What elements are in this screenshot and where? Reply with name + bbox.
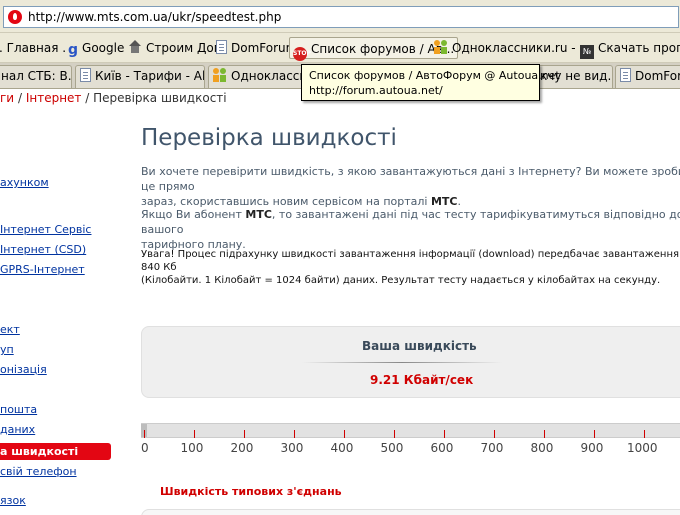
breadcrumb-separator: / bbox=[85, 91, 90, 105]
scale-tick-label: 900 bbox=[580, 441, 604, 455]
scale-tick-label: 1000 bbox=[627, 441, 658, 455]
address-bar: http://www.mts.com.ua/ukr/speedtest.php bbox=[0, 0, 680, 33]
tab-domforum[interactable]: DomForum bbox=[615, 65, 680, 88]
scale-tick-label: 100 bbox=[180, 441, 204, 455]
bookmark-label: Google bbox=[82, 41, 125, 55]
nav-item-mail[interactable]: пошта bbox=[0, 403, 37, 416]
tariff-line-1: Якщо Ви абонент МТС, то завантажені дані… bbox=[141, 207, 680, 237]
nav-item-sync[interactable]: онізація bbox=[0, 363, 47, 376]
scale-tick bbox=[544, 430, 545, 438]
scale-tick bbox=[594, 430, 595, 438]
left-navigation: ахунком Інтернет Сервіс Інтернет (CSD) G… bbox=[0, 110, 112, 515]
tab-odnoklassniki[interactable]: Одноклассни bbox=[208, 65, 304, 88]
nav-item-internet-service[interactable]: Інтернет Сервіс bbox=[0, 223, 91, 236]
breadcrumb-link-internet[interactable]: Інтернет bbox=[26, 91, 82, 105]
scale-tick bbox=[144, 430, 145, 438]
scale-tick bbox=[294, 430, 295, 438]
tariff-paragraph: Якщо Ви абонент МТС, то завантажені дані… bbox=[141, 207, 680, 252]
tariff-text: Якщо Ви абонент bbox=[141, 208, 242, 221]
scale-tick bbox=[644, 430, 645, 438]
page-title: Перевірка швидкості bbox=[141, 125, 397, 151]
speed-divider bbox=[302, 362, 502, 363]
scale-tick-label: 700 bbox=[480, 441, 504, 455]
page-icon bbox=[216, 40, 227, 54]
breadcrumb-link-home[interactable]: ги bbox=[0, 91, 14, 105]
scale-tick bbox=[444, 430, 445, 438]
bookmark-label: DomForum bbox=[231, 41, 298, 55]
nav-item-account[interactable]: ахунком bbox=[0, 176, 49, 189]
nav-item-your-phone[interactable]: свій телефон bbox=[0, 465, 77, 478]
home-icon bbox=[128, 40, 142, 54]
scale-tick bbox=[344, 430, 345, 438]
tab-label: нал СТБ: В... bbox=[1, 69, 72, 83]
scale-tick bbox=[244, 430, 245, 438]
scale-tick bbox=[194, 430, 195, 438]
page-icon bbox=[620, 68, 631, 82]
tab-label: Київ - Тарифи - Alt... bbox=[95, 69, 204, 83]
stop-icon: STOP bbox=[293, 47, 311, 61]
bookmark-stroim-dom[interactable]: Строим Дом bbox=[128, 40, 223, 56]
typical-speeds-heading: Швидкість типових з'єднань bbox=[160, 485, 342, 498]
note-line-2: (Кілобайти. 1 Кілобайт = 1024 байти) дан… bbox=[141, 275, 661, 286]
scale-tick-label: 500 bbox=[380, 441, 404, 455]
nav-item-connection[interactable]: язок bbox=[0, 494, 26, 507]
typical-speeds-box bbox=[141, 509, 680, 515]
people-icon bbox=[434, 40, 448, 54]
nav-item-gprs-internet[interactable]: GPRS-Інтернет bbox=[0, 263, 85, 276]
tab-stb[interactable]: нал СТБ: В... bbox=[0, 65, 72, 88]
url-text: http://www.mts.com.ua/ukr/speedtest.php bbox=[28, 10, 282, 24]
scale-tick-label: 300 bbox=[280, 441, 304, 455]
nav-item-project[interactable]: ект bbox=[0, 323, 20, 336]
bookmark-domforum[interactable]: DomForum bbox=[216, 40, 297, 56]
bookmarks-toolbar: . Главная . g Google Строим Дом DomForum … bbox=[0, 33, 680, 63]
speed-result-box: Ваша швидкість 9.21 Кбайт/сек bbox=[141, 326, 680, 398]
bookmark-label: . Главная . bbox=[0, 41, 67, 55]
bookmark-glavnaya[interactable]: . Главная . bbox=[0, 40, 66, 56]
speed-scale-bar bbox=[141, 423, 680, 438]
intro-paragraph: Ви хочете перевірити швидкість, з якою з… bbox=[141, 164, 680, 209]
breadcrumb: ги / Інтернет / Перевірка швидкості bbox=[0, 91, 227, 105]
bookmark-skachat[interactable]: № Скачать програ bbox=[580, 40, 680, 59]
intro-line-1: Ви хочете перевірити швидкість, з якою з… bbox=[141, 165, 680, 193]
bookmark-label: Одноклассники.ru - ... bbox=[452, 41, 591, 55]
attention-note: Увага! Процес підрахунку швидкості заван… bbox=[141, 248, 680, 287]
bookmark-label: Список форумов / Ав... bbox=[311, 42, 455, 56]
note-line-1: Увага! Процес підрахунку швидкості заван… bbox=[141, 249, 680, 273]
scale-tick-label: 400 bbox=[330, 441, 354, 455]
nav-item-internet-csd[interactable]: Інтернет (CSD) bbox=[0, 243, 86, 256]
breadcrumb-current: Перевірка швидкості bbox=[93, 91, 227, 105]
mts-favicon-icon bbox=[8, 10, 22, 24]
bookmark-tooltip: Список форумов / АвтоФорум @ Autoua.net … bbox=[301, 64, 560, 101]
tab-label: DomForum bbox=[635, 69, 680, 83]
scale-tick-label: 0 bbox=[141, 441, 149, 455]
bookmark-label: Строим Дом bbox=[146, 41, 223, 55]
google-icon: g bbox=[68, 42, 79, 58]
speed-value: 9.21 Кбайт/сек bbox=[370, 373, 474, 387]
speed-label: Ваша швидкість bbox=[362, 339, 477, 353]
nav-item-group[interactable]: уп bbox=[0, 343, 14, 356]
nav-item-speed-test[interactable]: а швидкості bbox=[0, 443, 111, 460]
tooltip-url: http://forum.autoua.net/ bbox=[309, 84, 443, 97]
scale-tick-label: 600 bbox=[430, 441, 454, 455]
people-icon bbox=[213, 68, 227, 82]
scale-tick bbox=[394, 430, 395, 438]
scale-tick bbox=[494, 430, 495, 438]
bookmark-spisok-forumov[interactable]: STOPСписок форумов / Ав... bbox=[289, 37, 459, 61]
tab-label: Одноклассни bbox=[231, 69, 303, 83]
brand-name: МТС bbox=[245, 208, 272, 221]
scale-tick-label: 200 bbox=[230, 441, 254, 455]
breadcrumb-separator: / bbox=[17, 91, 22, 105]
scale-tick-label: 800 bbox=[530, 441, 554, 455]
url-field[interactable]: http://www.mts.com.ua/ukr/speedtest.php bbox=[3, 6, 679, 28]
browser-window: http://www.mts.com.ua/ukr/speedtest.php … bbox=[0, 0, 680, 515]
nav-item-data[interactable]: даних bbox=[0, 423, 35, 436]
page-icon bbox=[80, 68, 91, 82]
number-icon: № bbox=[580, 45, 594, 59]
bookmark-odnoklassniki[interactable]: Одноклассники.ru - ... bbox=[434, 40, 591, 56]
bookmark-google[interactable]: g Google bbox=[68, 40, 125, 58]
tab-kyiv-taryfy[interactable]: Київ - Тарифи - Alt... bbox=[75, 65, 205, 88]
bookmark-label: Скачать програ bbox=[598, 41, 680, 55]
tooltip-title: Список форумов / АвтоФорум @ Autoua.net bbox=[309, 69, 560, 82]
